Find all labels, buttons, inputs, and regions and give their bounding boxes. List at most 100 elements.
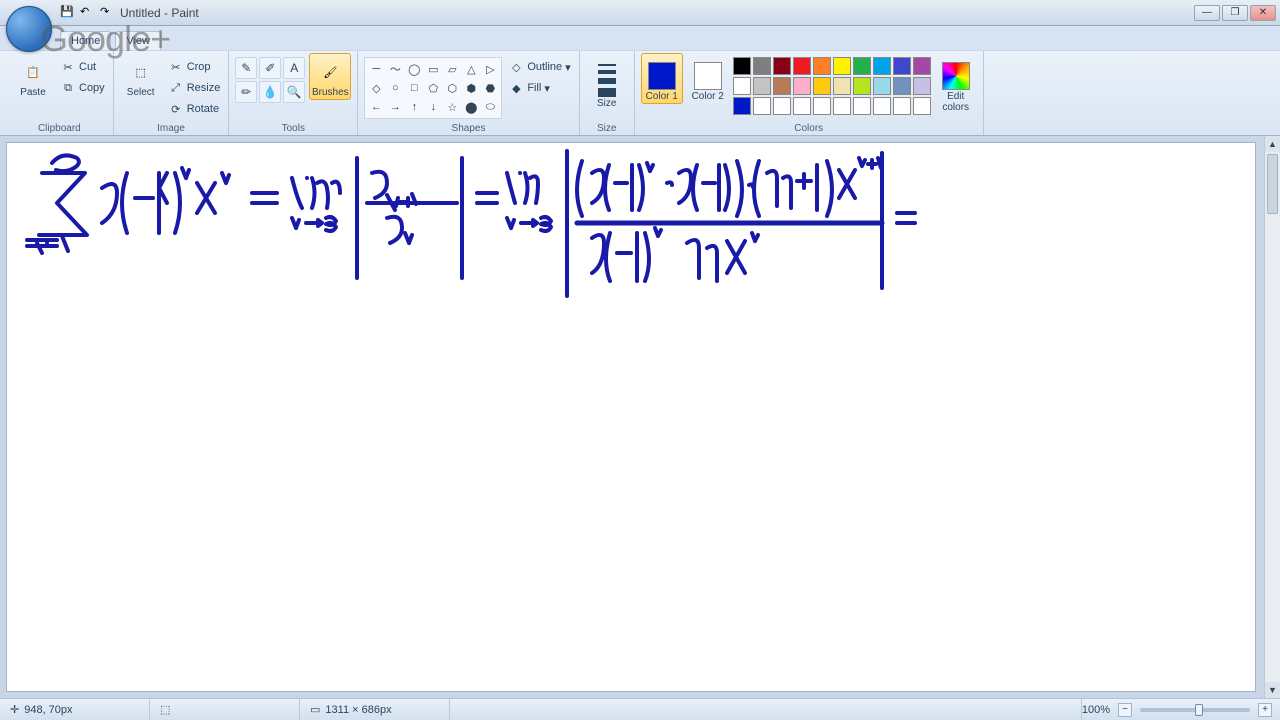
paste-button[interactable]: 📋 Paste xyxy=(12,53,54,100)
shape-line[interactable]: ─ xyxy=(367,60,385,78)
canvas[interactable] xyxy=(6,142,1256,692)
edit-colors-button[interactable]: Edit colors xyxy=(935,53,977,114)
size-button[interactable]: Size xyxy=(586,53,628,111)
fill-button[interactable]: ◆Fill ▾ xyxy=(506,78,572,98)
shape-hex2[interactable]: ⬢ xyxy=(462,79,480,97)
eraser-tool[interactable]: ✏ xyxy=(235,81,257,103)
minimize-button[interactable]: — xyxy=(1194,5,1220,21)
color-swatch[interactable] xyxy=(813,57,831,75)
shape-arrowr[interactable]: → xyxy=(386,98,404,116)
color-swatch[interactable] xyxy=(793,97,811,115)
close-button[interactable]: ✕ xyxy=(1250,5,1276,21)
shape-pent[interactable]: ⬠ xyxy=(424,79,442,97)
magnifier-tool[interactable]: 🔍 xyxy=(283,81,305,103)
color-swatch[interactable] xyxy=(773,77,791,95)
color-swatch[interactable] xyxy=(773,57,791,75)
group-colors: Color 1 Color 2 Edit colors Colors xyxy=(635,51,984,135)
maximize-button[interactable]: ❐ xyxy=(1222,5,1248,21)
zoom-out-button[interactable]: − xyxy=(1118,703,1132,717)
group-label-size: Size xyxy=(586,123,628,135)
shape-hex[interactable]: ⬡ xyxy=(443,79,461,97)
shape-diamond[interactable]: ◇ xyxy=(367,79,385,97)
save-icon[interactable]: 💾 xyxy=(60,5,76,21)
outline-button[interactable]: ◇Outline ▾ xyxy=(506,57,572,77)
color-swatch[interactable] xyxy=(833,57,851,75)
scroll-up-icon[interactable]: ▲ xyxy=(1265,136,1280,152)
crop-button[interactable]: ✂Crop xyxy=(166,57,223,77)
shape-curve[interactable]: 〜 xyxy=(386,60,404,78)
color-swatch[interactable] xyxy=(773,97,791,115)
color-swatch[interactable] xyxy=(733,97,751,115)
shape-rect[interactable]: ▭ xyxy=(424,60,442,78)
app-menu-button[interactable] xyxy=(6,6,52,52)
zoom-in-button[interactable]: + xyxy=(1258,703,1272,717)
shape-blob[interactable]: ⬤ xyxy=(462,98,480,116)
shape-gallery[interactable]: ─ 〜 ◯ ▭ ▱ △ ▷ ◇ ○ □ ⬠ ⬡ ⬢ ⬣ ← → ↑ xyxy=(364,57,502,119)
tool-grid: ✎ ✐ A ✏ 💧 🔍 xyxy=(235,53,305,103)
shape-sq[interactable]: □ xyxy=(405,79,423,97)
color-swatch[interactable] xyxy=(753,77,771,95)
color-swatch[interactable] xyxy=(813,77,831,95)
status-spacer xyxy=(450,699,1082,720)
scroll-thumb[interactable] xyxy=(1267,154,1278,214)
select-button[interactable]: ⬚ Select xyxy=(120,53,162,100)
fill-tool[interactable]: ✐ xyxy=(259,57,281,79)
color-swatch[interactable] xyxy=(833,77,851,95)
color-swatch[interactable] xyxy=(853,77,871,95)
shape-arrowl[interactable]: ← xyxy=(367,98,385,116)
color-swatch[interactable] xyxy=(813,97,831,115)
color-swatch[interactable] xyxy=(793,77,811,95)
scroll-down-icon[interactable]: ▼ xyxy=(1265,682,1280,698)
shape-oval[interactable]: ◯ xyxy=(405,60,423,78)
tab-view[interactable]: View xyxy=(115,31,161,50)
size-status-icon: ▭ xyxy=(310,703,320,716)
vertical-scrollbar[interactable]: ▲ ▼ xyxy=(1264,136,1280,698)
brushes-button[interactable]: 🖌 Brushes xyxy=(309,53,351,100)
rotate-button[interactable]: ⟳Rotate xyxy=(166,99,223,119)
color-swatch[interactable] xyxy=(753,57,771,75)
color-swatch[interactable] xyxy=(733,57,751,75)
color-swatch[interactable] xyxy=(853,57,871,75)
resize-button[interactable]: ⤢Resize xyxy=(166,78,223,98)
shape-arrowu[interactable]: ↑ xyxy=(405,98,423,116)
color-swatch[interactable] xyxy=(893,97,911,115)
color-swatch[interactable] xyxy=(753,97,771,115)
zoom-slider[interactable] xyxy=(1140,708,1250,712)
shape-circ[interactable]: ○ xyxy=(386,79,404,97)
color-swatch[interactable] xyxy=(873,97,891,115)
color-swatch[interactable] xyxy=(873,57,891,75)
color-swatch[interactable] xyxy=(913,97,931,115)
shape-ellipse[interactable]: ⬭ xyxy=(481,98,499,116)
zoom-knob[interactable] xyxy=(1195,704,1203,716)
crop-icon: ✂ xyxy=(168,59,184,75)
color-swatch[interactable] xyxy=(913,77,931,95)
group-tools: ✎ ✐ A ✏ 💧 🔍 🖌 Brushes Tools xyxy=(229,51,358,135)
color-swatch[interactable] xyxy=(913,57,931,75)
copy-button[interactable]: ⧉Copy xyxy=(58,78,107,98)
color-swatch[interactable] xyxy=(833,97,851,115)
redo-icon[interactable]: ↷ xyxy=(100,5,116,21)
color-swatch[interactable] xyxy=(793,57,811,75)
pencil-tool[interactable]: ✎ xyxy=(235,57,257,79)
color2-button[interactable]: Color 2 xyxy=(687,53,729,104)
color1-button[interactable]: Color 1 xyxy=(641,53,683,104)
shape-arrowd[interactable]: ↓ xyxy=(424,98,442,116)
cut-button[interactable]: ✂Cut xyxy=(58,57,107,77)
group-label-clipboard: Clipboard xyxy=(12,123,107,135)
color-swatch[interactable] xyxy=(733,77,751,95)
color-swatch[interactable] xyxy=(893,57,911,75)
color-swatch[interactable] xyxy=(893,77,911,95)
picker-tool[interactable]: 💧 xyxy=(259,81,281,103)
color-swatch[interactable] xyxy=(873,77,891,95)
outline-icon: ◇ xyxy=(508,59,524,75)
undo-icon[interactable]: ↶ xyxy=(80,5,96,21)
shape-rrect[interactable]: ▱ xyxy=(443,60,461,78)
shape-rtri[interactable]: ▷ xyxy=(481,60,499,78)
text-tool[interactable]: A xyxy=(283,57,305,79)
color-swatch[interactable] xyxy=(853,97,871,115)
shape-hex3[interactable]: ⬣ xyxy=(481,79,499,97)
shape-tri[interactable]: △ xyxy=(462,60,480,78)
shape-star[interactable]: ☆ xyxy=(443,98,461,116)
title-bar: 💾 ↶ ↷ Untitled - Paint — ❐ ✕ xyxy=(0,0,1280,26)
tab-home[interactable]: Home xyxy=(60,31,111,50)
